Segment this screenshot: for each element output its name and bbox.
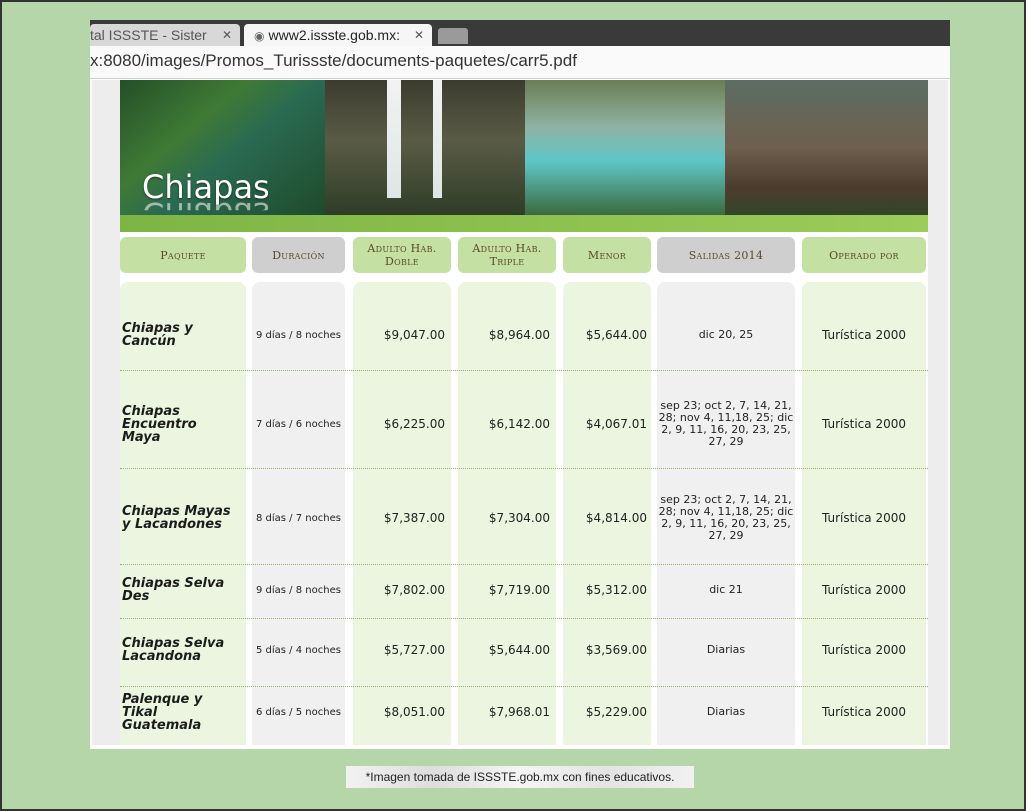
table-row: Chiapas y Cancún 9 días / 8 noches $9,04… [120,290,928,380]
price-double: $9,047.00 [383,328,445,342]
price-minor: $4,067.01 [585,417,647,431]
table-row: Chiapas Selva Lacandona 5 días / 4 noche… [120,622,928,678]
tab-pdf[interactable]: ◉ www2.issste.gob.mx: ✕ [244,24,432,46]
departures: sep 23; oct 2, 7, 14, 21, 28; nov 4, 11,… [658,493,794,542]
banner: Chiapas Chiapas [120,80,928,232]
header-adulto-doble: Adulto Hab. Doble [353,237,451,273]
header-duracion: Duración [252,237,345,273]
package-name: Chiapas Selva Lacandona [122,636,225,664]
price-minor: $3,569.00 [585,643,647,657]
price-double: $7,802.00 [383,583,445,597]
tab-issste-portal[interactable]: tal ISSSTE - Sister ✕ [90,24,240,46]
url-text: x:8080/images/Promos_Turissste/documents… [90,51,577,70]
price-double: $5,727.00 [383,643,445,657]
address-bar[interactable]: x:8080/images/Promos_Turissste/documents… [90,46,950,79]
price-triple: $8,964.00 [488,328,550,342]
tab-label: www2.issste.gob.mx: [268,27,400,43]
banner-green-bar [120,215,928,232]
close-icon[interactable]: ✕ [414,24,424,46]
price-minor: $5,229.00 [585,705,647,719]
price-triple: $7,719.00 [488,583,550,597]
duration: 5 días / 4 noches [256,644,341,656]
departures: dic 20, 25 [698,328,754,341]
table-row: Chiapas Mayas y Lacandones 8 días / 7 no… [120,472,928,564]
photo-cascades [525,80,725,215]
waterfall-stream [387,80,401,198]
image-credit-caption: *Imagen tomada de ISSSTE.gob.mx con fine… [346,766,694,788]
new-tab-button[interactable] [438,28,468,44]
operator: Turística 2000 [822,511,906,525]
row-separator [120,618,928,619]
header-operado: Operado por [802,237,926,273]
departures: Diarias [706,705,746,718]
tab-label: tal ISSSTE - Sister [90,27,207,43]
tab-bar: tal ISSSTE - Sister ✕ ◉ www2.issste.gob.m… [90,20,950,46]
price-minor: $4,814.00 [585,511,647,525]
package-name: Chiapas Selva Des [122,576,225,604]
waterfall-stream [433,80,442,198]
price-triple: $7,304.00 [488,511,550,525]
price-double: $6,225.00 [383,417,445,431]
close-icon[interactable]: ✕ [222,24,232,46]
operator: Turística 2000 [822,705,906,719]
row-separator [120,370,928,371]
table-row: Chiapas Encuentro Maya 7 días / 6 noches… [120,378,928,470]
price-minor: $5,644.00 [585,328,647,342]
header-salidas: Salidas 2014 [657,237,795,273]
duration: 9 días / 8 noches [256,584,341,596]
price-triple: $6,142.00 [488,417,550,431]
operator: Turística 2000 [822,583,906,597]
header-adulto-triple: Adulto Hab. Triple [458,237,556,273]
duration: 7 días / 6 noches [256,418,341,430]
header-menor: Menor [563,237,651,273]
row-separator [120,686,928,687]
departures: dic 21 [709,583,743,596]
package-name: Palenque y Tikal Guatemala [122,691,203,733]
row-separator [120,468,928,469]
departures: Diarias [706,643,746,656]
price-triple: $7,968.01 [488,705,550,719]
operator: Turística 2000 [822,417,906,431]
duration: 6 días / 5 noches [256,706,341,718]
duration: 9 días / 8 noches [256,329,341,341]
photo-ruins [725,80,928,215]
operator: Turística 2000 [822,328,906,342]
price-double: $8,051.00 [383,705,445,719]
pdf-page: Chiapas Chiapas Paquete Duración Adulto … [120,80,928,745]
departures: sep 23; oct 2, 7, 14, 21, 28; nov 4, 11,… [658,399,794,448]
table-row: Palenque y Tikal Guatemala 6 días / 5 no… [120,690,928,734]
duration: 8 días / 7 noches [256,512,341,524]
operator: Turística 2000 [822,643,906,657]
price-triple: $5,644.00 [488,643,550,657]
row-separator [120,564,928,565]
package-name: Chiapas y Cancún [122,321,193,349]
photo-waterfall [325,80,525,215]
price-minor: $5,312.00 [585,583,647,597]
page-icon: ◉ [254,29,265,43]
package-name: Chiapas Mayas y Lacandones [122,504,231,532]
price-double: $7,387.00 [383,511,445,525]
header-paquete: Paquete [120,237,246,273]
table-row: Chiapas Selva Des 9 días / 8 noches $7,8… [120,568,928,612]
package-name: Chiapas Encuentro Maya [122,403,197,445]
